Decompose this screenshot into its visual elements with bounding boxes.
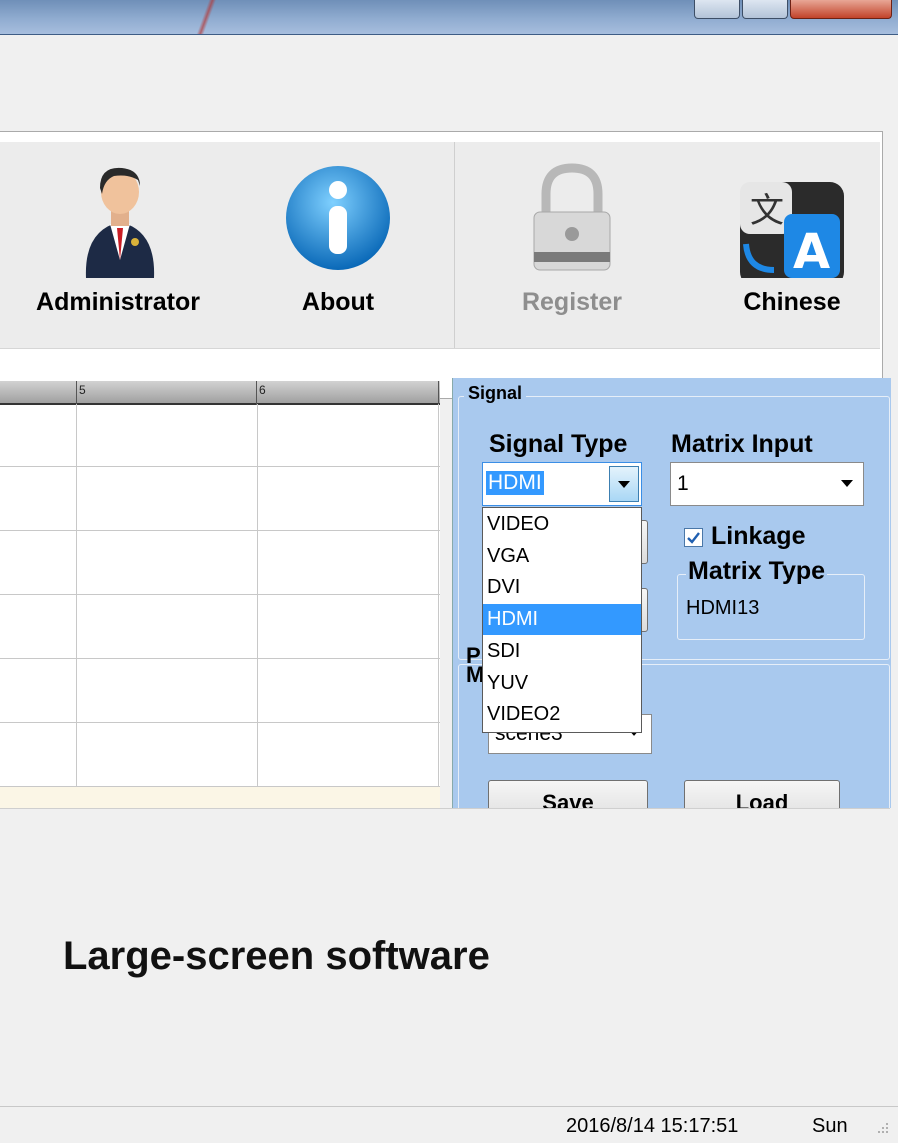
about-label: About [301, 288, 375, 316]
maximize-button[interactable] [742, 0, 788, 19]
grid-line [0, 594, 440, 595]
grid-line [0, 722, 440, 723]
matrix-type-value: HDMI13 [686, 597, 760, 619]
title-bar [0, 0, 898, 35]
ribbon-bottom-line [0, 348, 880, 349]
administrator-icon [85, 167, 155, 278]
close-button[interactable] [790, 0, 892, 19]
register-button[interactable]: Register [472, 160, 672, 320]
chevron-down-icon [618, 481, 630, 488]
dropdown-option-hdmi[interactable]: HDMI [483, 604, 641, 635]
about-button[interactable]: About [238, 160, 438, 320]
info-icon [286, 166, 390, 270]
svg-text:A: A [793, 224, 830, 278]
status-datetime: 2016/8/14 15:17:51 [566, 1115, 739, 1137]
screen-grid [0, 378, 440, 798]
column-header-5: 5 [79, 383, 86, 397]
grid-line [0, 658, 440, 659]
dropdown-option-sdi[interactable]: SDI [483, 636, 641, 667]
dropdown-option-yuv[interactable]: YUV [483, 668, 641, 699]
matrix-input-label: Matrix Input [671, 430, 813, 458]
app-name-text: Large-screen software [63, 934, 490, 978]
grid-header [0, 381, 440, 405]
linkage-checkbox[interactable] [684, 528, 703, 547]
status-weekday: Sun [812, 1115, 848, 1137]
dropdown-option-video[interactable]: VIDEO [483, 509, 641, 540]
administrator-label: Administrator [36, 288, 200, 316]
grid-line [76, 404, 77, 787]
dropdown-arrow-button[interactable] [609, 466, 639, 502]
title-decoration [180, 0, 240, 34]
minimize-button[interactable] [694, 0, 740, 19]
signal-type-value: HDMI [486, 471, 544, 495]
column-header-6: 6 [259, 383, 266, 397]
header-divider [438, 381, 439, 405]
header-divider [256, 381, 257, 405]
dropdown-option-video2[interactable]: VIDEO2 [483, 699, 641, 730]
administrator-button[interactable]: Administrator [18, 160, 218, 320]
matrix-input-value: 1 [677, 472, 689, 495]
translate-icon: 文 A [740, 182, 844, 278]
chinese-label: Chinese [743, 288, 841, 316]
grid-line [0, 530, 440, 531]
svg-text:文: 文 [750, 191, 784, 231]
grid-footer [0, 787, 440, 808]
grid-line [0, 466, 440, 467]
grid-line [257, 404, 258, 787]
status-bar: 2016/8/14 15:17:51 Sun [0, 1106, 898, 1143]
signal-group-title: Signal [464, 383, 527, 404]
grid-line [438, 404, 439, 787]
check-icon [687, 532, 700, 544]
header-divider [76, 381, 77, 405]
register-label: Register [521, 288, 623, 316]
signal-type-select[interactable]: HDMI [482, 462, 642, 506]
linkage-label: Linkage [711, 522, 806, 550]
matrix-type-title: Matrix Type [686, 557, 828, 586]
lock-icon [533, 163, 611, 271]
chevron-down-icon [841, 480, 853, 487]
signal-type-label: Signal Type [489, 430, 628, 458]
chinese-button[interactable]: 文 A Chinese [692, 160, 892, 320]
matrix-input-select[interactable]: 1 [670, 462, 864, 506]
dropdown-option-vga[interactable]: VGA [483, 541, 641, 572]
dropdown-option-dvi[interactable]: DVI [483, 572, 641, 603]
resize-grip-icon[interactable] [876, 1121, 890, 1135]
ribbon-separator [454, 142, 455, 348]
